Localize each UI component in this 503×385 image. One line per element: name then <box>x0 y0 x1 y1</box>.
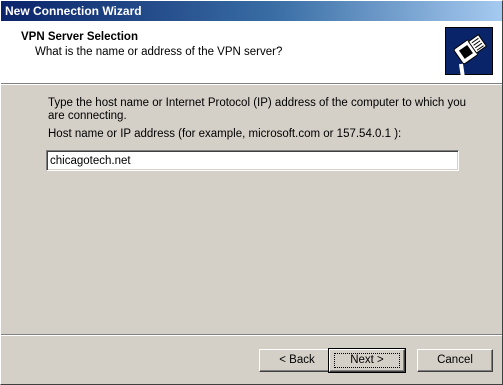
title-bar[interactable]: New Connection Wizard <box>1 1 502 21</box>
instruction-text: Type the host name or Internet Protocol … <box>48 97 467 122</box>
footer-divider <box>1 334 502 336</box>
header-divider <box>1 83 502 85</box>
next-button[interactable]: Next > <box>328 348 406 373</box>
window-title: New Connection Wizard <box>5 4 142 18</box>
next-button-label: Next > <box>350 354 384 366</box>
page-subtitle: What is the name or address of the VPN s… <box>35 46 283 58</box>
wizard-window: New Connection Wizard VPN Server Selecti… <box>0 0 503 385</box>
page-title: VPN Server Selection <box>21 31 138 43</box>
host-field-label: Host name or IP address (for example, mi… <box>48 128 402 140</box>
host-input[interactable] <box>46 150 459 171</box>
cancel-button[interactable]: Cancel <box>417 349 493 372</box>
back-button[interactable]: < Back <box>259 349 335 372</box>
wizard-header: VPN Server Selection What is the name or… <box>1 21 502 83</box>
cancel-button-label: Cancel <box>437 354 473 366</box>
back-button-label: < Back <box>279 354 315 366</box>
network-cable-plug-icon <box>445 27 493 75</box>
